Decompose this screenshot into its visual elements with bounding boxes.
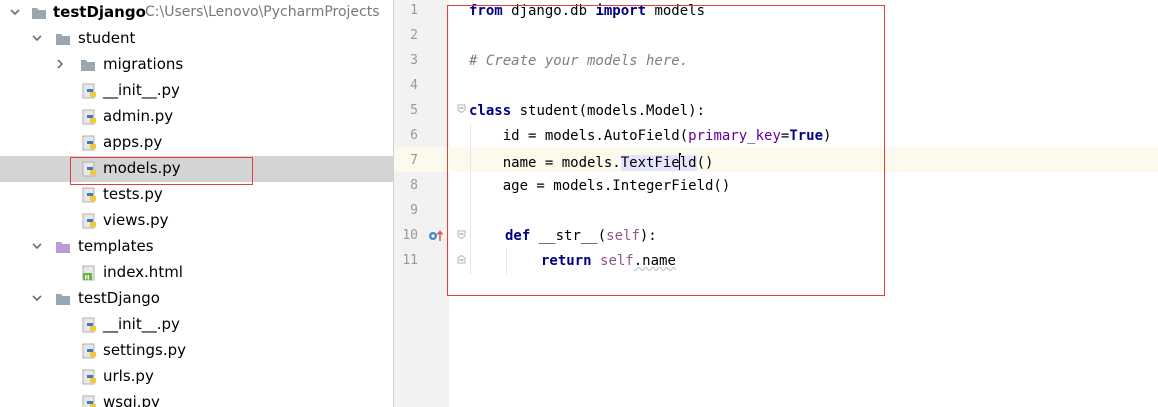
project-tree: testDjango C:\Users\Lenovo\PycharmProjec… xyxy=(0,0,394,407)
tree-item-tests-py[interactable]: tests.py xyxy=(0,182,393,208)
line-number: 8 xyxy=(410,178,418,193)
tree-item-index-html[interactable]: H index.html xyxy=(0,260,393,286)
tree-item-testdjango-root[interactable]: testDjango C:\Users\Lenovo\PycharmProjec… xyxy=(0,0,393,26)
tree-item-apps-py[interactable]: apps.py xyxy=(0,130,393,156)
tree-item-settings-py[interactable]: settings.py xyxy=(0,338,393,364)
line-number: 10 xyxy=(402,228,418,243)
annotation-box-editor xyxy=(447,5,885,296)
project-path: C:\Users\Lenovo\PycharmProjects xyxy=(145,4,380,20)
folder-icon xyxy=(81,60,95,71)
python-file-icon xyxy=(82,343,96,359)
chevron-down-icon[interactable] xyxy=(31,240,43,252)
folder-icon xyxy=(56,294,70,305)
python-file-icon xyxy=(82,135,96,151)
python-file-icon xyxy=(82,83,96,99)
tree-item-student[interactable]: student xyxy=(0,26,393,52)
python-file-icon xyxy=(82,187,96,203)
tree-item-label: apps.py xyxy=(103,133,163,151)
line-number: 11 xyxy=(402,253,418,268)
tree-item-migrations[interactable]: migrations xyxy=(0,52,393,78)
code-editor[interactable]: 1 2 3 4 5 6 7 8 9 10 11 from django.db i… xyxy=(394,0,1158,407)
tree-item-admin-py[interactable]: admin.py xyxy=(0,104,393,130)
python-file-icon xyxy=(82,213,96,229)
tree-item-init-py[interactable]: __init__.py xyxy=(0,78,393,104)
line-number: 7 xyxy=(410,153,418,168)
tree-item-label: migrations xyxy=(103,55,184,73)
tree-item-wsgi-py[interactable]: wsgi.py xyxy=(0,390,393,407)
folder-icon xyxy=(32,8,46,19)
folder-icon xyxy=(56,34,70,45)
chevron-down-icon[interactable] xyxy=(31,32,43,44)
tree-item-label: admin.py xyxy=(103,107,174,125)
tree-item-label: views.py xyxy=(103,211,169,229)
line-number: 1 xyxy=(410,3,418,18)
python-file-icon xyxy=(82,317,96,333)
tree-item-init-py-2[interactable]: __init__.py xyxy=(0,312,393,338)
line-number: 4 xyxy=(410,78,418,93)
chevron-right-icon[interactable] xyxy=(54,58,66,70)
annotation-box-tree xyxy=(70,157,253,185)
line-number: 2 xyxy=(410,28,418,43)
tree-item-label: testDjango xyxy=(78,289,160,307)
tree-item-label: __init__.py xyxy=(103,81,180,99)
tree-item-testdjango-pkg[interactable]: testDjango xyxy=(0,286,393,312)
tree-item-label: tests.py xyxy=(103,185,163,203)
tree-item-label: wsgi.py xyxy=(103,393,160,407)
html-file-icon: H xyxy=(82,265,95,282)
tree-item-views-py[interactable]: views.py xyxy=(0,208,393,234)
tree-item-label: student xyxy=(78,29,136,47)
chevron-down-icon[interactable] xyxy=(31,292,43,304)
tree-item-label: testDjango xyxy=(53,3,146,21)
tree-item-label: index.html xyxy=(103,263,183,281)
python-file-icon xyxy=(82,109,96,125)
tree-item-label: urls.py xyxy=(103,367,154,385)
line-number: 6 xyxy=(410,128,418,143)
tree-item-label: __init__.py xyxy=(103,315,180,333)
tree-item-templates[interactable]: templates xyxy=(0,234,393,260)
override-method-icon[interactable] xyxy=(428,229,444,243)
folder-icon xyxy=(56,242,70,253)
python-file-icon xyxy=(82,369,96,385)
chevron-down-icon[interactable] xyxy=(9,6,21,18)
tree-item-label: templates xyxy=(78,237,154,255)
line-number: 9 xyxy=(410,203,418,218)
tree-item-urls-py[interactable]: urls.py xyxy=(0,364,393,390)
python-file-icon xyxy=(82,395,96,407)
svg-text:H: H xyxy=(85,275,90,282)
tree-item-label: settings.py xyxy=(103,341,186,359)
line-number: 5 xyxy=(410,103,418,118)
line-number: 3 xyxy=(410,53,418,68)
